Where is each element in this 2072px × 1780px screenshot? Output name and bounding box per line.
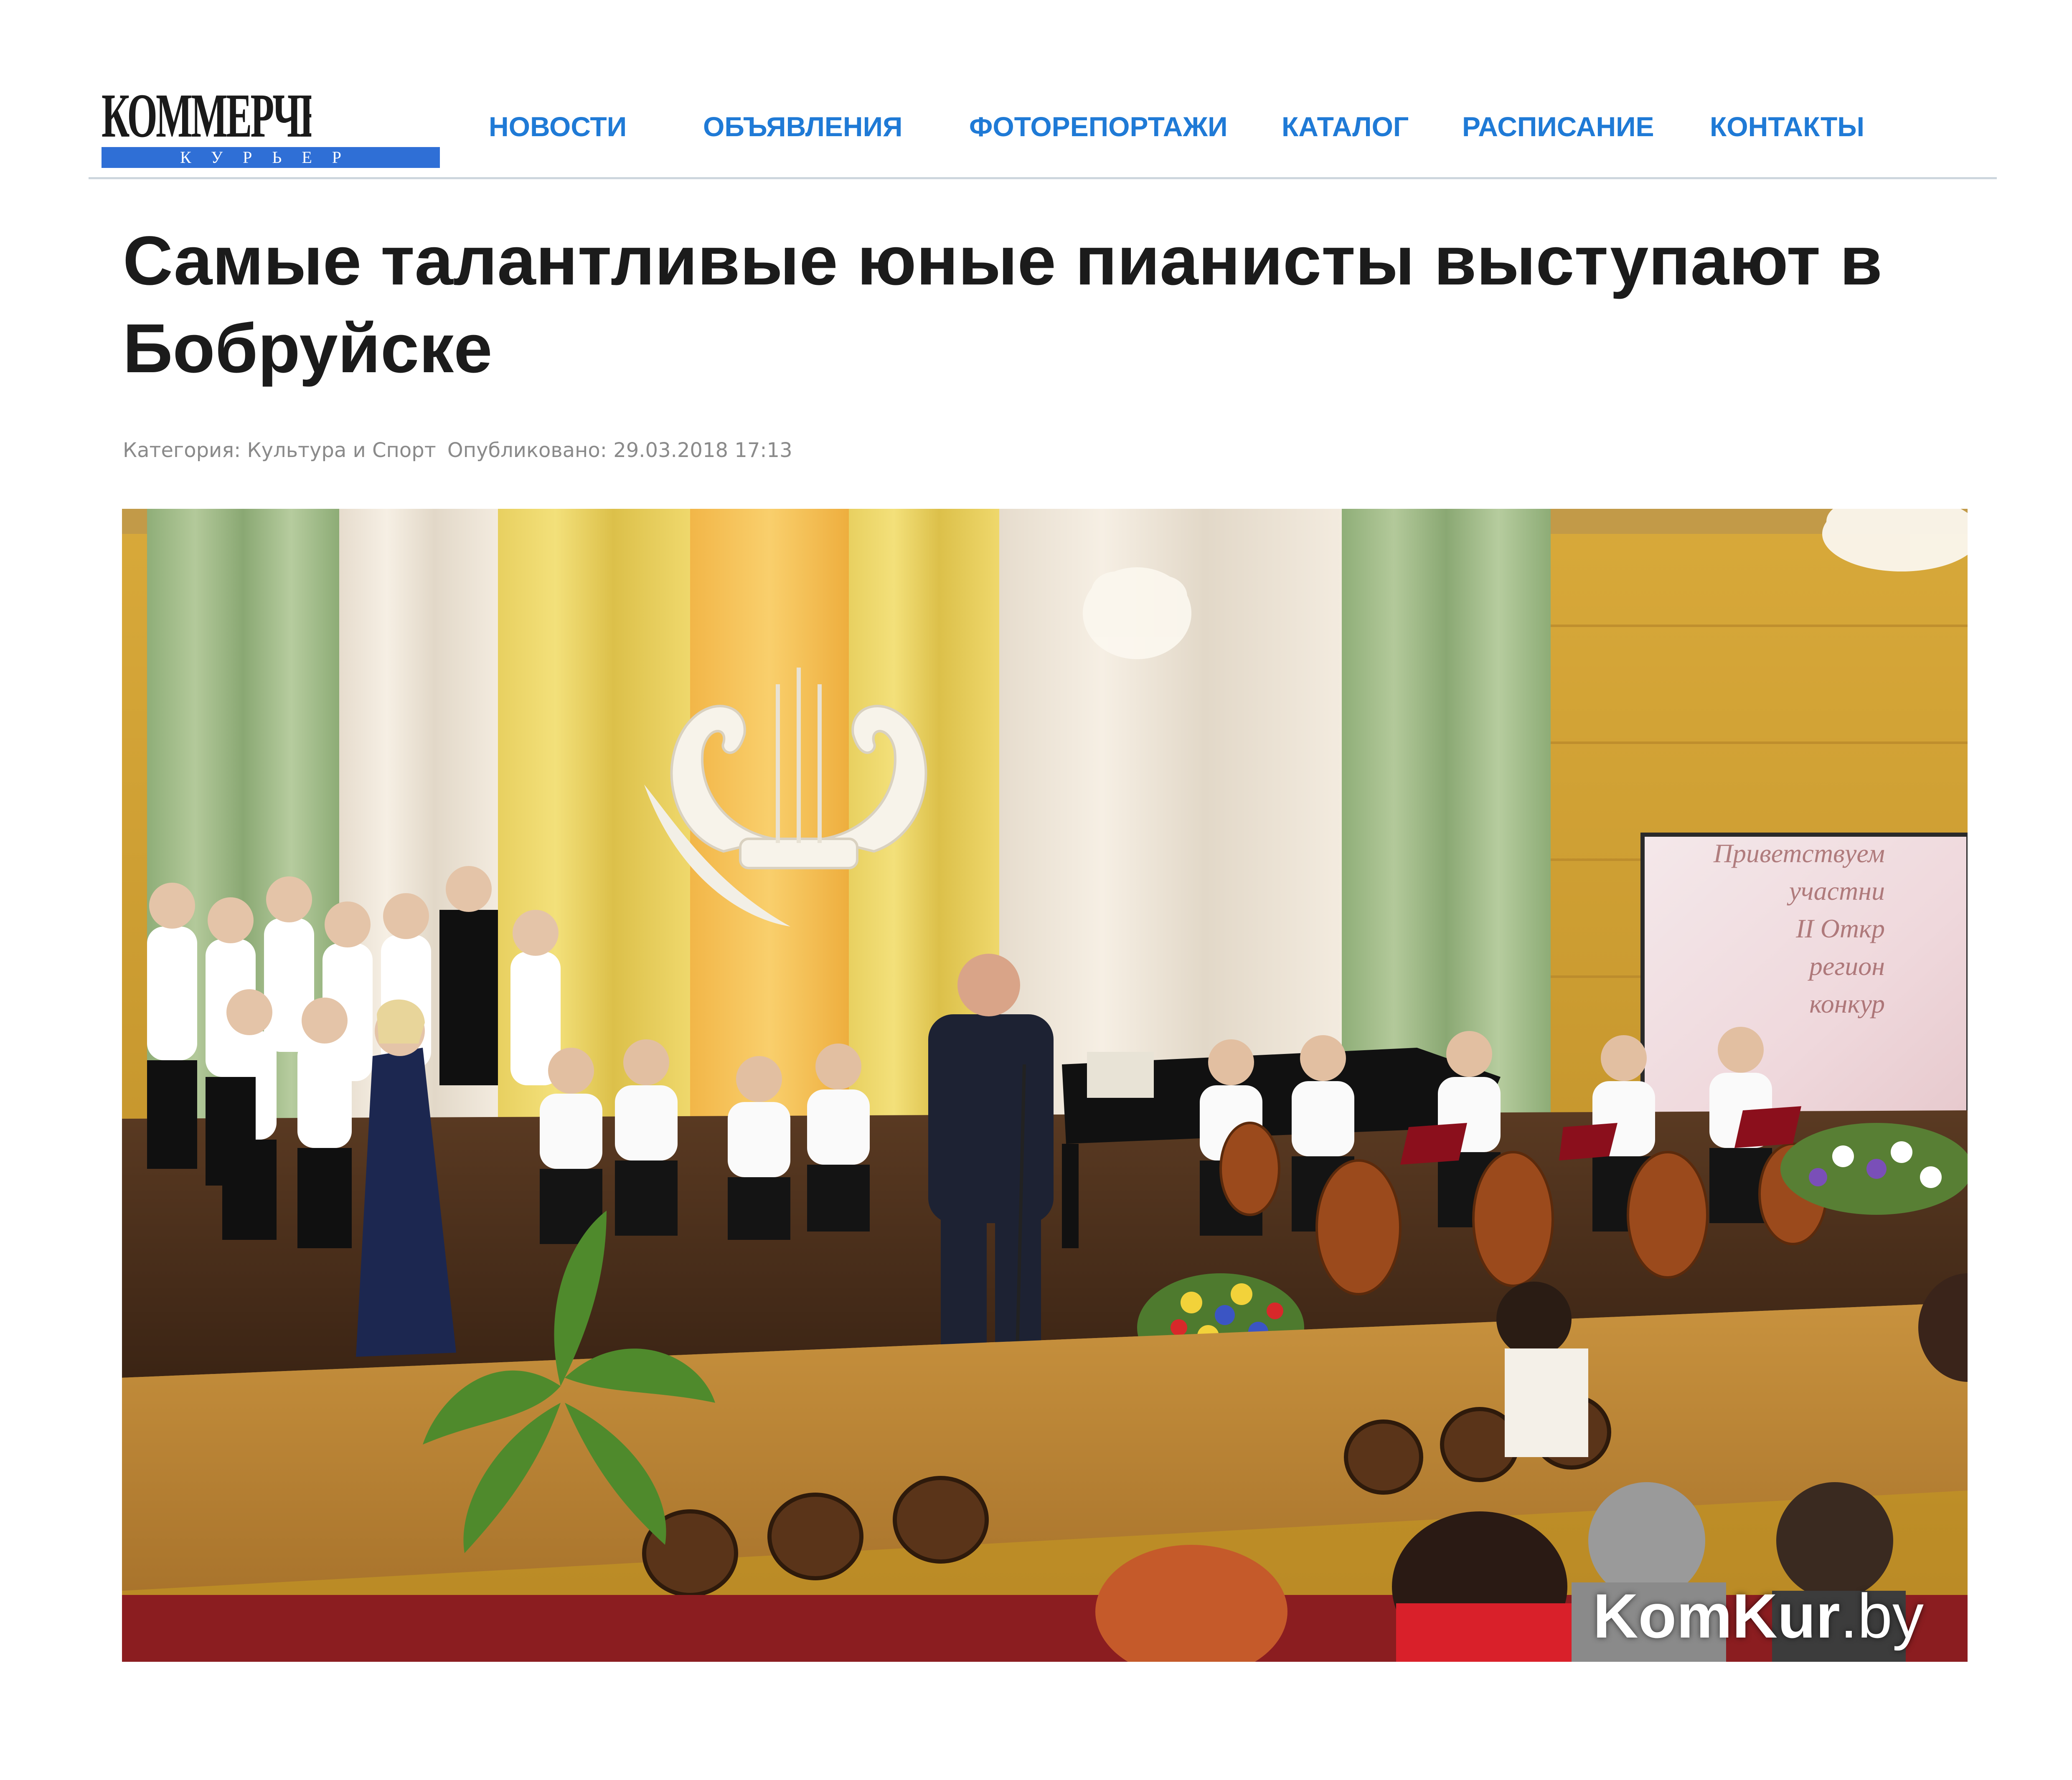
nav-item-photo-reports[interactable]: ФОТОРЕПОРТАЖИ bbox=[969, 108, 1228, 145]
nav-item-ads[interactable]: ОБЪЯВЛЕНИЯ bbox=[703, 108, 902, 145]
nav-item-catalog[interactable]: КАТАЛОГ bbox=[1282, 108, 1409, 145]
watermark-domain: .by bbox=[1840, 1581, 1924, 1651]
article-title: Самые талантливые юные пианисты выступаю… bbox=[123, 222, 1883, 387]
article-meta: Категория: Культура и Спорт Опубликовано… bbox=[123, 436, 797, 465]
article-published-date: Опубликовано: 29.03.2018 17:13 bbox=[447, 439, 792, 462]
concert-photo-illustration bbox=[122, 509, 1968, 1662]
nav-item-contacts[interactable]: КОНТАКТЫ bbox=[1710, 108, 1864, 145]
logo-subtitle-bar: КУРЬЕР bbox=[102, 147, 440, 168]
logo-wordmark: КОММЕРЧЕСКИЙ bbox=[102, 89, 311, 143]
watermark-brand: KomKur bbox=[1593, 1581, 1840, 1651]
article-category: Категория: Культура и Спорт bbox=[123, 439, 436, 462]
photo-watermark: KomKur.by bbox=[1593, 1580, 1924, 1651]
site-logo[interactable]: КОММЕРЧЕСКИЙ КУРЬЕР bbox=[102, 89, 440, 172]
article-photo: Приветствуем участни II Откр регион конк… bbox=[122, 509, 1968, 1662]
nav-item-news[interactable]: НОВОСТИ bbox=[489, 108, 627, 145]
projection-screen-text: Приветствуем участни II Откр регион конк… bbox=[1713, 838, 1885, 1018]
nav-item-schedule[interactable]: РАСПИСАНИЕ bbox=[1462, 108, 1654, 145]
header-divider bbox=[89, 177, 1997, 179]
